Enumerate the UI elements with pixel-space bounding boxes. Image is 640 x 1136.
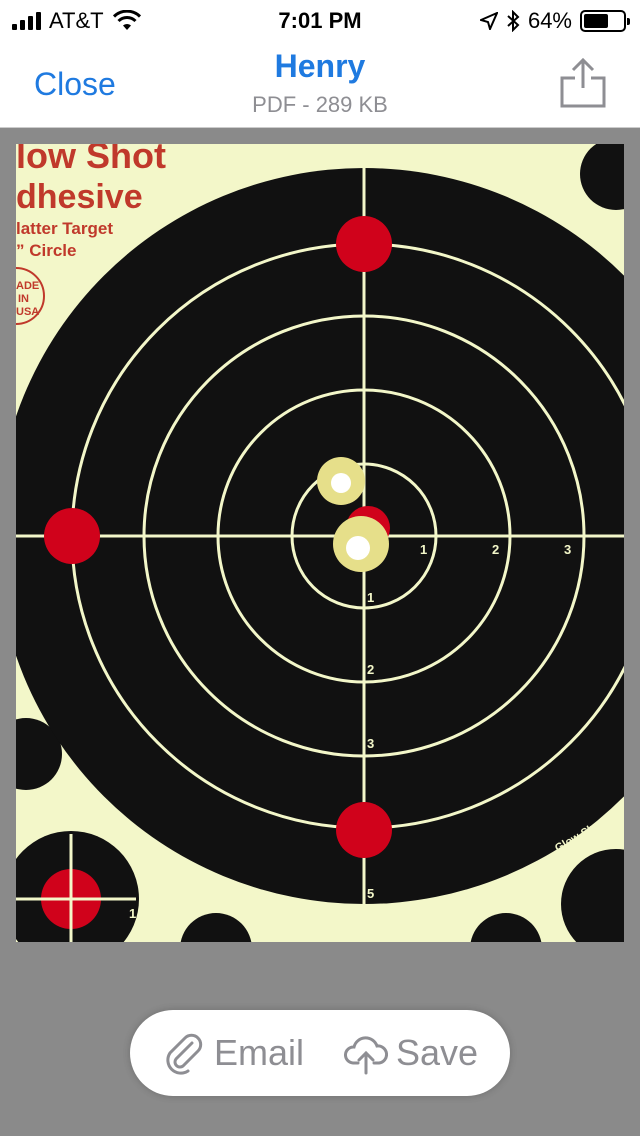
location-icon: [479, 12, 498, 30]
badge-line-1: ADE: [16, 280, 39, 292]
ring-label-v-5: 5: [367, 886, 374, 901]
ring-label-v-2: 2: [367, 662, 374, 677]
save-button[interactable]: Save: [343, 1031, 479, 1075]
badge-line-2: IN: [18, 293, 29, 305]
ring-label-v-3: 3: [367, 736, 374, 751]
share-icon[interactable]: [558, 56, 608, 108]
paperclip-icon: [166, 1033, 203, 1075]
brand-line-3: latter Target: [16, 219, 113, 238]
ring-label-h-2: 2: [492, 542, 499, 557]
document-title: Henry: [274, 48, 366, 84]
badge-line-3: USA: [16, 306, 39, 318]
brand-line-2: dhesive: [16, 178, 143, 216]
ring-label-h-1: 1: [420, 542, 427, 557]
status-right-group: 64%: [479, 8, 630, 34]
corner-ring-label: 1: [129, 906, 136, 921]
save-label: Save: [395, 1032, 479, 1073]
brand-line-1: low Shot: [16, 144, 166, 176]
nav-bar: Close Henry PDF - 289 KB: [0, 40, 640, 128]
battery-percent: 64%: [527, 8, 572, 33]
ring-label-h-3: 3: [564, 542, 571, 557]
bluetooth-icon: [507, 10, 520, 32]
document-subtitle: PDF - 289 KB: [252, 92, 388, 117]
status-bar: AT&T 7:01 PM 64%: [0, 0, 640, 40]
target-image: low Shot dhesive latter Target ” Circle …: [16, 144, 624, 942]
pdf-page[interactable]: low Shot dhesive latter Target ” Circle …: [16, 144, 624, 942]
cloud-upload-icon: [343, 1036, 388, 1075]
ring-label-v-1: 1: [367, 590, 374, 605]
brand-line-4: ” Circle: [16, 241, 76, 260]
email-label: Email: [213, 1032, 304, 1073]
battery-icon: [580, 10, 630, 32]
action-bar: Email Save: [130, 1010, 510, 1096]
email-button[interactable]: Email: [162, 1031, 304, 1075]
